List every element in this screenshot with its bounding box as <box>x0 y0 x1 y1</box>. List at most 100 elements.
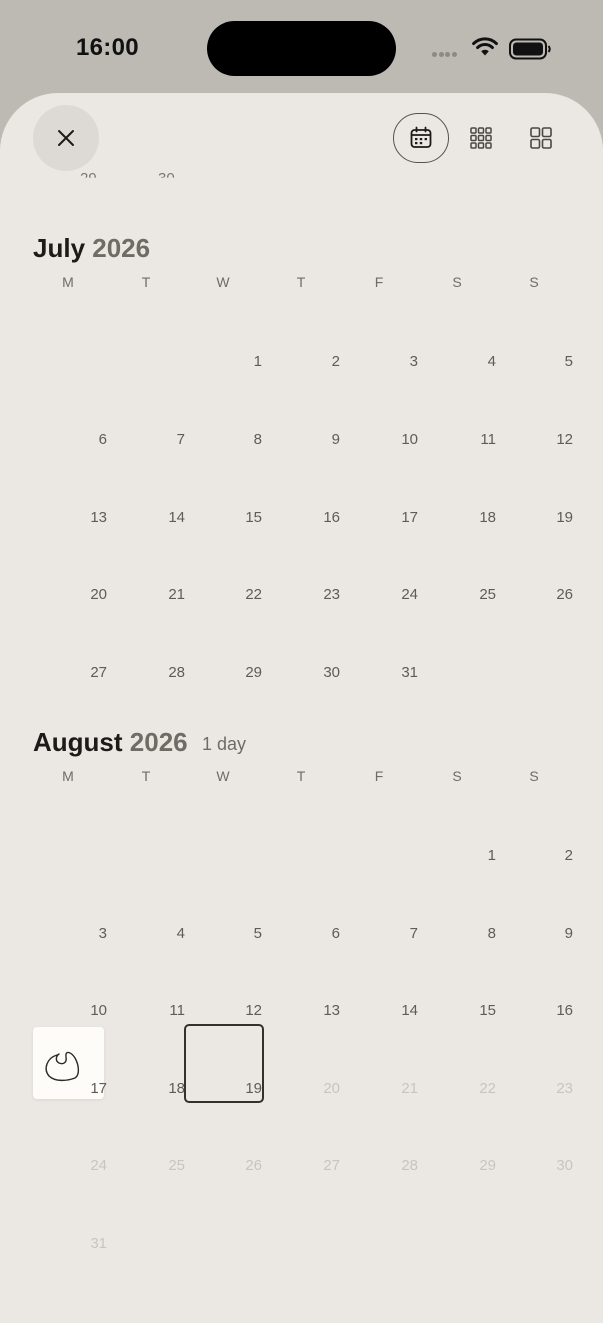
day-cell[interactable]: 9 <box>262 431 340 448</box>
weekday-label: W <box>216 768 230 784</box>
day-cell[interactable]: 29 <box>184 664 262 681</box>
day-cell: 29 <box>479 1157 496 1175</box>
day-cell: 31 <box>90 1235 107 1252</box>
day-cell[interactable]: 11 <box>418 431 496 448</box>
day-cell: 26 <box>245 1157 262 1175</box>
day-cell[interactable]: 15 <box>184 509 262 526</box>
day-cell[interactable]: 11 <box>107 1002 185 1019</box>
day-cell[interactable]: 3 <box>29 925 107 942</box>
day-cell[interactable]: 12 <box>184 1002 262 1019</box>
day-cell[interactable]: 31 <box>340 664 418 681</box>
weekday-label: S <box>529 768 539 784</box>
day-cell[interactable]: 28 <box>107 664 185 681</box>
calendar-sheet: 29 30 July 2026 M T W T F S S August 202… <box>0 93 603 1323</box>
battery-icon <box>509 38 551 65</box>
grid-small-view-button[interactable] <box>453 113 509 163</box>
day-cell[interactable]: 14 <box>107 509 185 526</box>
day-cell[interactable]: 18 <box>107 1080 185 1097</box>
weekday-label: T <box>296 274 306 290</box>
month-entry-count: 1 day <box>202 734 247 754</box>
day-cell: 28 <box>401 1157 418 1175</box>
day-cell[interactable]: 21 <box>107 586 185 603</box>
day-cell[interactable]: 22 <box>184 586 262 603</box>
day-cell: 24 <box>90 1157 107 1175</box>
day-cell: 23 <box>556 1079 573 1097</box>
day-cell[interactable]: 1 <box>184 353 262 370</box>
day-cell[interactable]: 20 <box>29 586 107 603</box>
weekday-label: T <box>296 768 306 784</box>
day-cell[interactable]: 13 <box>29 509 107 526</box>
cellular-signal-icon <box>432 52 458 70</box>
weekday-label: F <box>374 768 384 784</box>
month-title-july: July 2026 <box>33 233 150 264</box>
day-cell: 27 <box>323 1157 340 1175</box>
day-cell[interactable]: 3 <box>340 353 418 370</box>
previous-month-day: 29 <box>80 170 97 187</box>
month-year: 2026 <box>129 727 188 757</box>
status-time: 16:00 <box>76 34 139 61</box>
day-cell: 25 <box>168 1157 185 1175</box>
grid-large-icon <box>530 127 552 149</box>
weekday-label: S <box>529 274 539 290</box>
day-cell[interactable]: 12 <box>495 431 573 448</box>
day-cell[interactable]: 19 <box>184 1080 262 1097</box>
day-cell[interactable]: 10 <box>29 1002 107 1019</box>
weekday-label: T <box>141 274 151 290</box>
day-cell[interactable]: 30 <box>262 664 340 681</box>
month-name: August <box>33 727 123 757</box>
weekday-label: S <box>452 768 462 784</box>
day-cell[interactable]: 2 <box>495 847 573 864</box>
weekday-header-august: M T W T F S S <box>0 768 603 788</box>
weekday-label: M <box>62 274 74 290</box>
day-cell[interactable]: 17 <box>340 509 418 526</box>
grid-large-view-button[interactable] <box>513 113 569 163</box>
dynamic-island <box>207 21 396 76</box>
grid-small-icon <box>470 127 492 149</box>
day-cell[interactable]: 16 <box>495 1002 573 1019</box>
day-cell[interactable]: 18 <box>418 509 496 526</box>
month-title-august: August 2026 <box>33 727 188 758</box>
calendar-view-icon <box>410 126 432 148</box>
day-cell[interactable]: 23 <box>262 586 340 603</box>
day-cell: 20 <box>323 1079 340 1097</box>
month-name: July <box>33 233 86 263</box>
month-year: 2026 <box>92 233 151 263</box>
day-cell[interactable]: 17 <box>29 1080 107 1097</box>
wifi-icon <box>471 37 499 62</box>
day-cell[interactable]: 4 <box>107 925 185 942</box>
day-cell[interactable]: 9 <box>495 925 573 942</box>
day-cell[interactable]: 19 <box>495 509 573 526</box>
day-cell[interactable]: 5 <box>495 353 573 370</box>
day-cell[interactable]: 8 <box>418 925 496 942</box>
status-bar: 16:00 <box>0 0 603 95</box>
day-cell[interactable]: 14 <box>340 1002 418 1019</box>
day-cell[interactable]: 15 <box>418 1002 496 1019</box>
weekday-header-july: M T W T F S S <box>0 274 603 294</box>
calendar-view-button[interactable] <box>393 113 449 163</box>
weekday-label: F <box>374 274 384 290</box>
day-cell[interactable]: 13 <box>262 1002 340 1019</box>
close-button[interactable] <box>33 105 99 171</box>
day-cell[interactable]: 16 <box>262 509 340 526</box>
day-cell[interactable]: 5 <box>184 925 262 942</box>
close-icon <box>58 130 74 146</box>
weekday-label: W <box>216 274 230 290</box>
previous-month-day: 30 <box>158 170 175 187</box>
day-cell[interactable]: 6 <box>29 431 107 448</box>
day-cell[interactable]: 8 <box>184 431 262 448</box>
weekday-label: M <box>62 768 74 784</box>
day-cell[interactable]: 6 <box>262 925 340 942</box>
day-cell[interactable]: 4 <box>418 353 496 370</box>
day-cell[interactable]: 7 <box>340 925 418 942</box>
day-cell[interactable]: 1 <box>418 847 496 864</box>
day-cell: 21 <box>401 1079 418 1097</box>
day-cell[interactable]: 27 <box>29 664 107 681</box>
day-cell[interactable]: 25 <box>418 586 496 603</box>
day-cell[interactable]: 7 <box>107 431 185 448</box>
day-cell[interactable]: 26 <box>495 586 573 603</box>
day-cell[interactable]: 24 <box>340 586 418 603</box>
day-cell[interactable]: 2 <box>262 353 340 370</box>
day-cell[interactable]: 10 <box>340 431 418 448</box>
weekday-label: T <box>141 768 151 784</box>
weekday-label: S <box>452 274 462 290</box>
